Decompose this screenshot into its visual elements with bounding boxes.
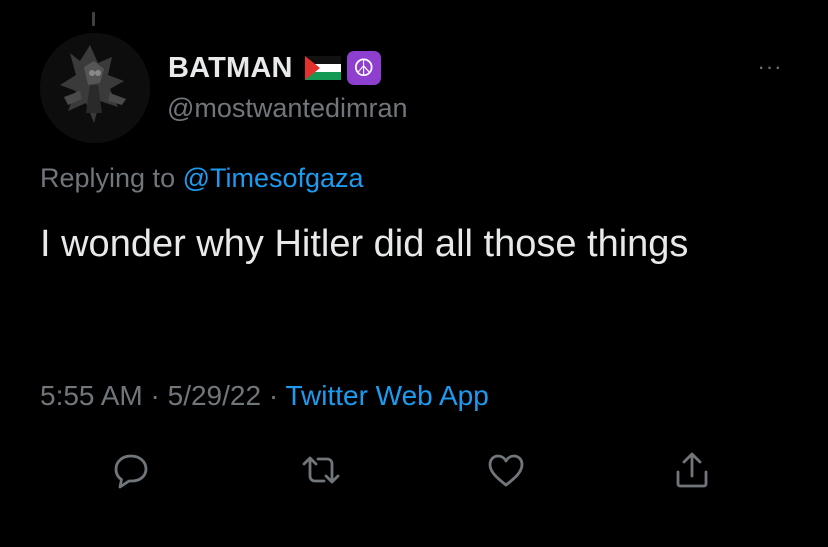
- author-handle[interactable]: @mostwantedimran: [167, 93, 408, 124]
- author-name-row: BATMAN ☮: [168, 50, 381, 86]
- replying-to-line: Replying to @Timesofgaza: [40, 163, 364, 194]
- meta-separator: ·: [261, 380, 286, 411]
- like-button[interactable]: [484, 448, 528, 492]
- tweet-source[interactable]: Twitter Web App: [285, 380, 488, 411]
- speech-bubble-icon: [114, 454, 148, 489]
- tweet-time[interactable]: 5:55 AM: [40, 380, 143, 411]
- share-button[interactable]: [670, 448, 714, 492]
- tweet-action-bar: [0, 448, 828, 498]
- meta-separator: ·: [142, 380, 168, 411]
- heart-icon: [488, 454, 524, 487]
- replying-to-prefix: Replying to: [40, 163, 183, 193]
- replying-to-mention[interactable]: @Timesofgaza: [183, 163, 364, 193]
- retweet-icon: [302, 456, 340, 484]
- retweet-button[interactable]: [299, 448, 343, 492]
- avatar-image: [40, 33, 150, 143]
- more-options-icon[interactable]: ···: [750, 56, 790, 80]
- palestine-flag-icon: [304, 56, 341, 80]
- share-icon: [676, 452, 708, 488]
- peace-symbol-icon: ☮: [346, 51, 381, 85]
- tweet-date[interactable]: 5/29/22: [168, 380, 261, 411]
- author-display-name[interactable]: BATMAN: [168, 52, 293, 85]
- reply-button[interactable]: [109, 448, 153, 492]
- thread-connector-line: [92, 12, 95, 26]
- avatar[interactable]: [40, 33, 150, 143]
- tweet-text: I wonder why Hitler did all those things: [40, 223, 689, 265]
- tweet-metadata: 5:55 AM · 5/29/22 · Twitter Web App: [40, 380, 489, 412]
